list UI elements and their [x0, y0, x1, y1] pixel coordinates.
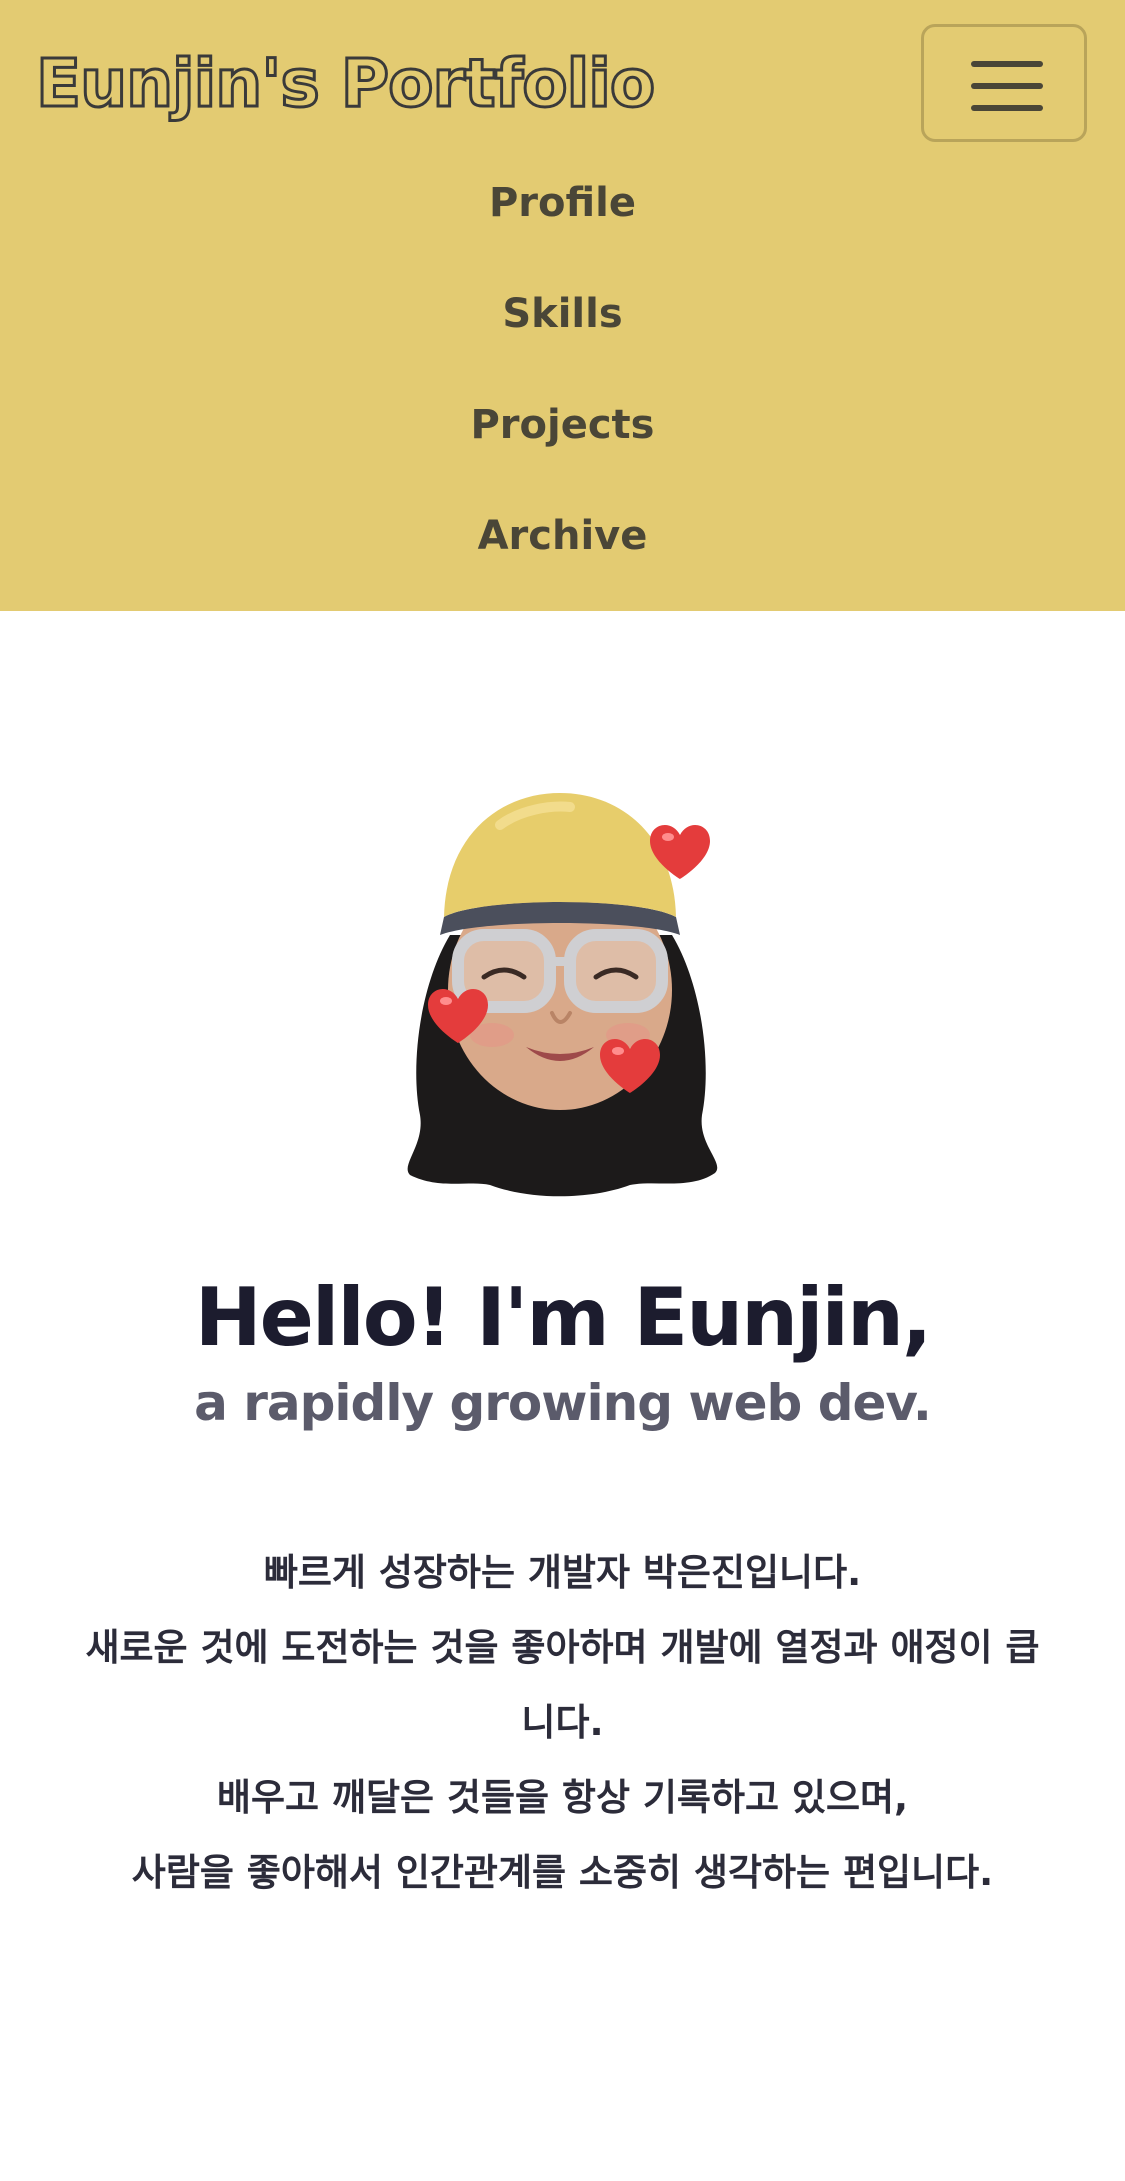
nav-menu: Profile Skills Projects Archive — [0, 147, 1125, 591]
hero-greeting: Hello! I'm Eunjin, — [194, 1270, 933, 1364]
hamburger-menu-icon-bar — [971, 83, 1043, 89]
nav-item-archive[interactable]: Archive — [0, 480, 1125, 591]
nav-item-projects[interactable]: Projects — [0, 369, 1125, 480]
memoji-avatar-icon — [407, 793, 718, 1197]
intro-line: 새로운 것에 도전하는 것을 좋아하며 개발에 열정과 애정이 큽니다. — [85, 1626, 1040, 1744]
brand-logo-link[interactable]: Eunjin's Portfolio — [34, 38, 656, 130]
nav-item-label: Profile — [488, 179, 636, 226]
hamburger-menu-icon — [971, 61, 1043, 67]
page: Eunjin's Portfolio Profile Skills Projec… — [0, 0, 1125, 2181]
nav-item-label: Skills — [502, 290, 623, 337]
nav-item-profile[interactable]: Profile — [0, 147, 1125, 258]
nav-item-label: Projects — [470, 401, 655, 448]
nav-item-label: Archive — [477, 512, 648, 559]
navbar-toggle-button[interactable] — [921, 24, 1087, 142]
hero-tagline: a rapidly growing web dev. — [194, 1373, 932, 1432]
hamburger-menu-icon-bar — [971, 105, 1043, 111]
nav-item-skills[interactable]: Skills — [0, 258, 1125, 369]
intro-text: 빠르게 성장하는 개발자 박은진입니다. 새로운 것에 도전하는 것을 좋아하며… — [80, 1535, 1045, 1910]
intro-line: 배우고 깨달은 것들을 항상 기록하고 있으며, — [216, 1776, 909, 1819]
navbar: Eunjin's Portfolio Profile Skills Projec… — [0, 0, 1125, 611]
intro-line: 사람을 좋아해서 인간관계를 소중히 생각하는 편입니다. — [131, 1851, 994, 1894]
intro-line: 빠르게 성장하는 개발자 박은진입니다. — [263, 1551, 862, 1594]
